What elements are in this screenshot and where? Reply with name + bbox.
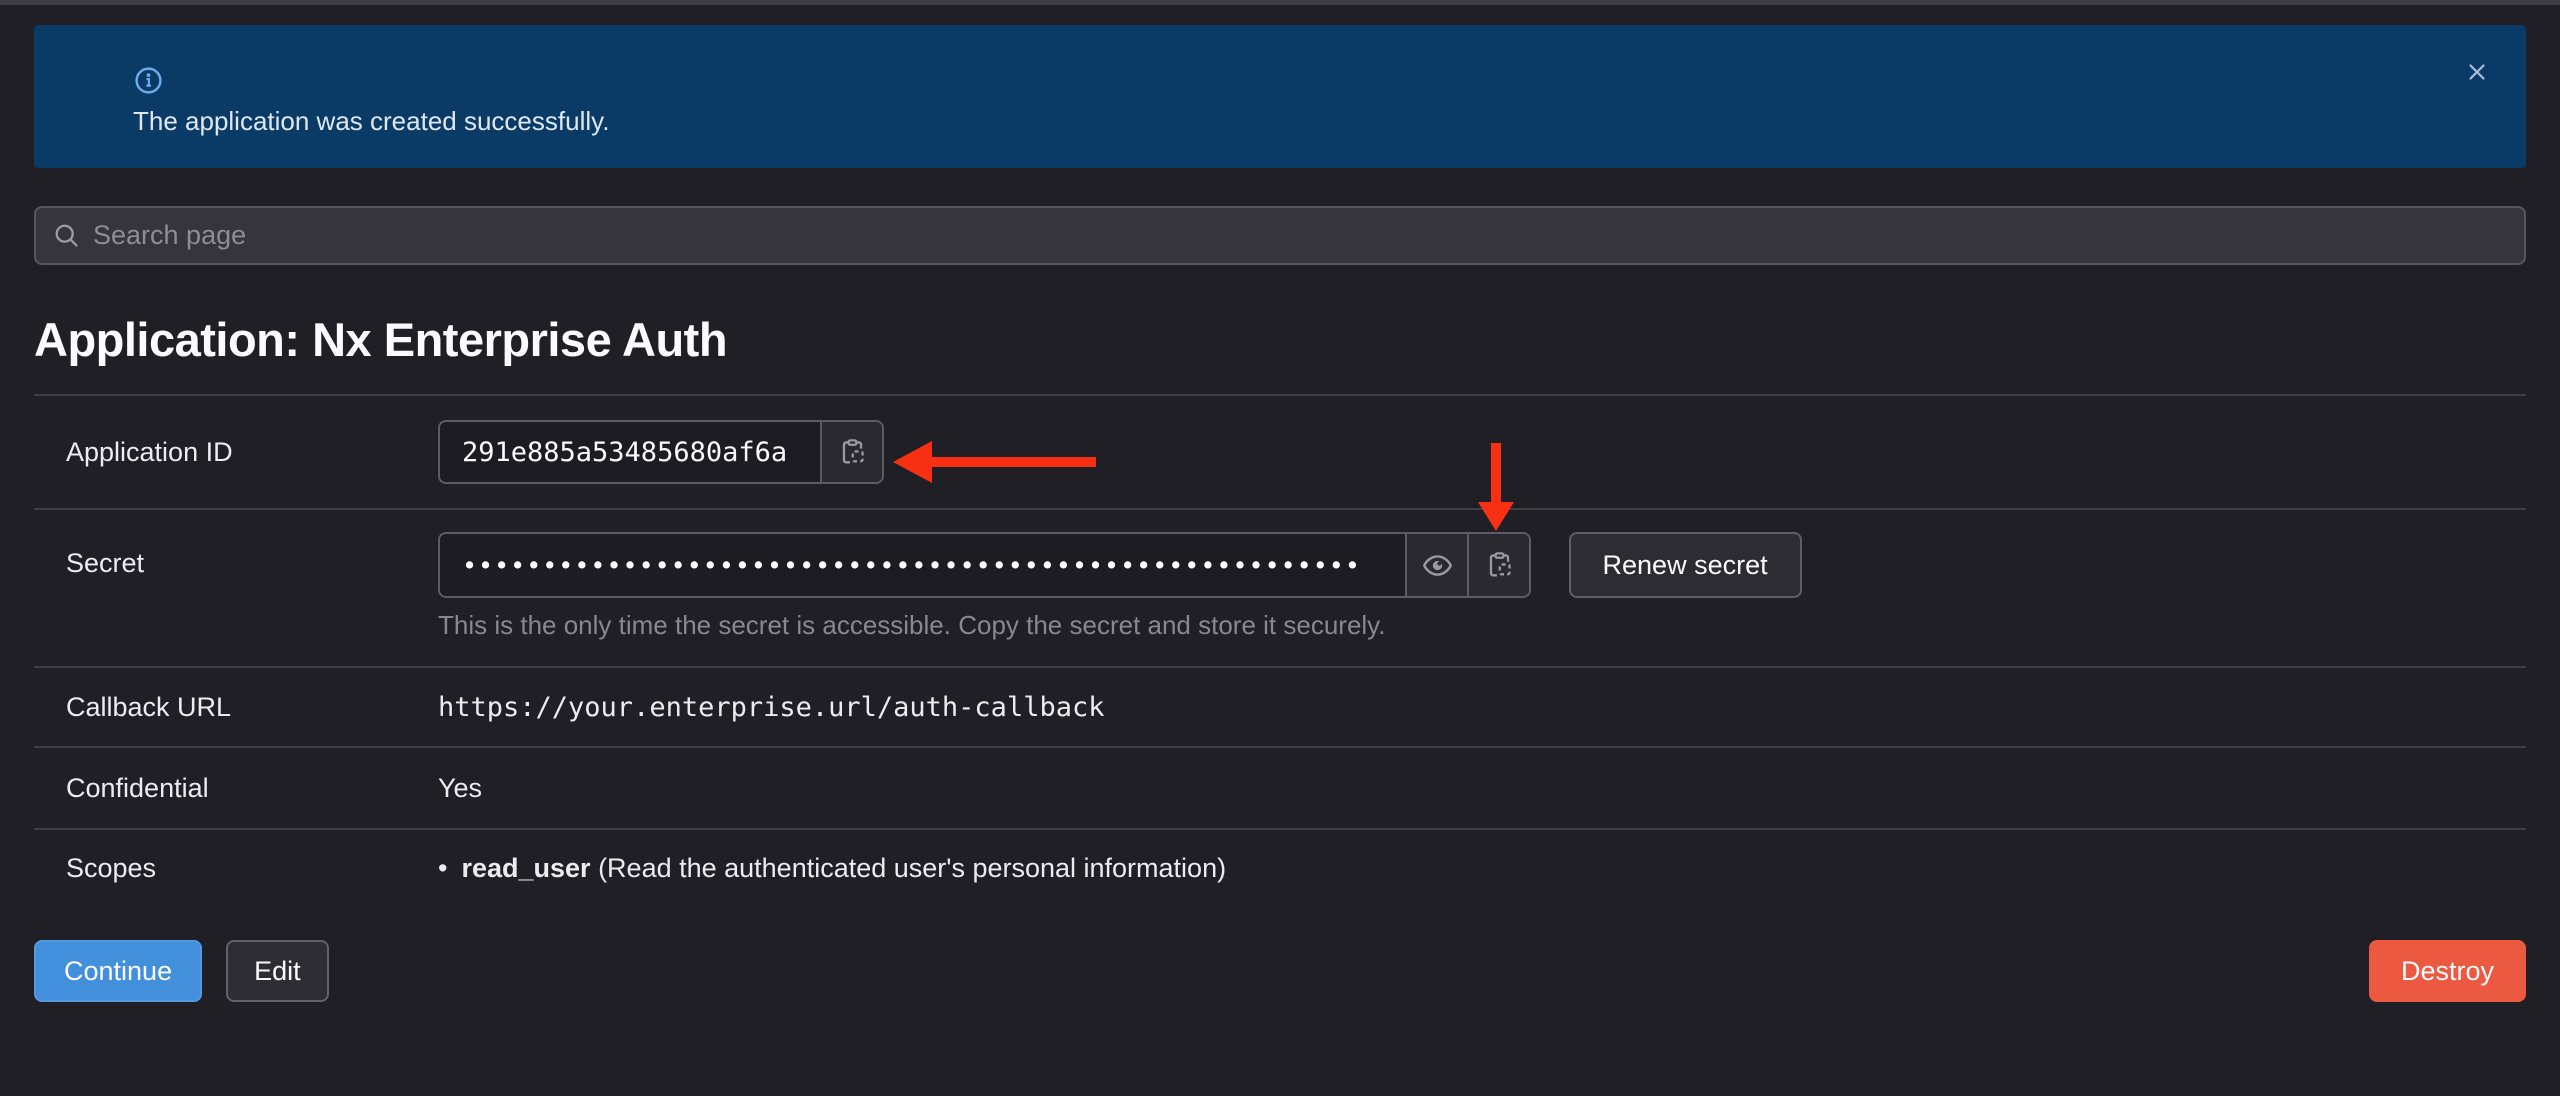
table-row-confidential: Confidential Yes bbox=[34, 746, 2526, 828]
copy-to-clipboard-icon[interactable] bbox=[1467, 534, 1529, 596]
table-row-scopes: Scopes • read_user (Read the authenticat… bbox=[34, 828, 2526, 906]
destroy-button[interactable]: Destroy bbox=[2369, 940, 2526, 1002]
bullet-icon: • bbox=[438, 853, 447, 884]
continue-button[interactable]: Continue bbox=[34, 940, 202, 1002]
secret-helper-text: This is the only time the secret is acce… bbox=[438, 610, 2526, 641]
table-row-callback-url: Callback URL https://your.enterprise.url… bbox=[34, 666, 2526, 746]
footer-actions: Continue Edit Destroy bbox=[34, 940, 2526, 1002]
success-alert-banner: The application was created successfully… bbox=[34, 25, 2526, 168]
application-details-page: The application was created successfully… bbox=[0, 0, 2560, 1096]
application-id-value[interactable] bbox=[440, 422, 820, 482]
confidential-value: Yes bbox=[438, 773, 2526, 804]
scopes-label: Scopes bbox=[34, 853, 438, 884]
copy-to-clipboard-icon[interactable] bbox=[820, 422, 882, 482]
confidential-label: Confidential bbox=[34, 773, 438, 804]
application-id-field-group bbox=[438, 420, 884, 484]
application-id-label: Application ID bbox=[34, 437, 438, 468]
close-icon[interactable] bbox=[2464, 59, 2490, 85]
callback-url-value: https://your.enterprise.url/auth-callbac… bbox=[438, 692, 2526, 723]
search-icon bbox=[52, 221, 81, 250]
table-row-application-id: Application ID bbox=[34, 394, 2526, 508]
info-icon bbox=[133, 65, 164, 96]
edit-button[interactable]: Edit bbox=[226, 940, 329, 1002]
application-details-table: Application ID bbox=[34, 394, 2526, 906]
search-input[interactable] bbox=[93, 220, 2508, 251]
search-bar bbox=[34, 206, 2526, 265]
scope-description: (Read the authenticated user's personal … bbox=[598, 853, 1226, 883]
table-row-secret: Secret bbox=[34, 508, 2526, 666]
scope-name: read_user bbox=[461, 853, 590, 883]
secret-masked-value[interactable] bbox=[440, 534, 1405, 596]
scope-list-item: • read_user (Read the authenticated user… bbox=[438, 853, 2526, 884]
secret-field-group bbox=[438, 532, 1531, 598]
eye-icon[interactable] bbox=[1405, 534, 1467, 596]
callback-url-label: Callback URL bbox=[34, 692, 438, 723]
page-title: Application: Nx Enterprise Auth bbox=[34, 312, 2526, 368]
renew-secret-button[interactable]: Renew secret bbox=[1569, 532, 1802, 598]
secret-label: Secret bbox=[34, 510, 438, 579]
alert-message: The application was created successfully… bbox=[133, 105, 2416, 137]
